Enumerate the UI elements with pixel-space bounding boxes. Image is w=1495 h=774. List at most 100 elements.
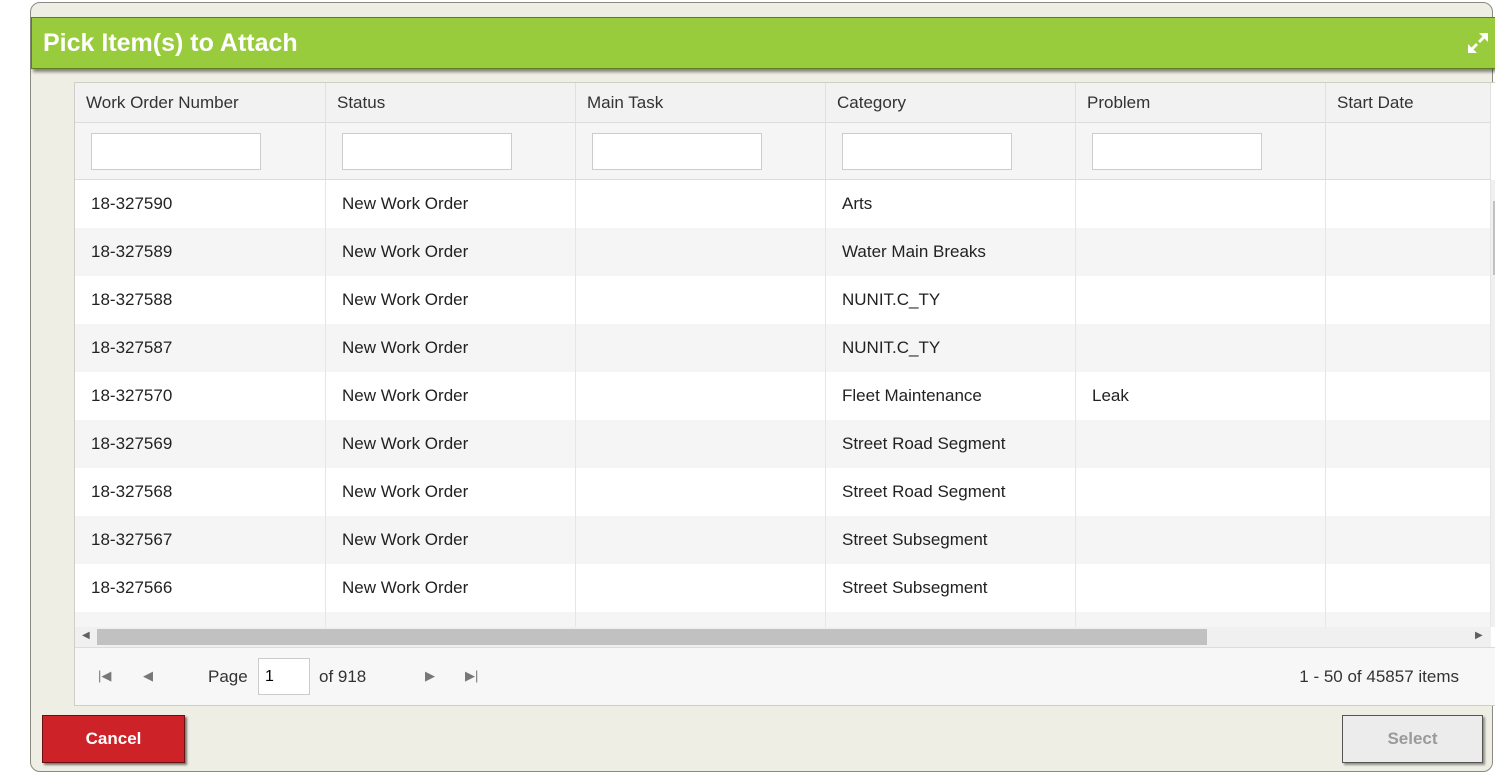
cell-start-date — [1326, 420, 1491, 468]
cell-category: Street Subsegment — [826, 564, 1076, 612]
filter-category[interactable] — [842, 133, 1012, 170]
cell-status: New Work Order — [326, 372, 576, 420]
table-row[interactable]: 18-327566 New Work Order Street Subsegment — [75, 564, 1491, 612]
select-button[interactable]: Select — [1342, 715, 1483, 763]
cell-work-order-number: 18-327588 — [75, 276, 326, 324]
cell-work-order-number: 18-327567 — [75, 516, 326, 564]
dialog-title: Pick Item(s) to Attach — [43, 29, 298, 57]
cell-status: New Work Order — [326, 180, 576, 228]
cell-status: New Work Order — [326, 516, 576, 564]
cell-main-task — [576, 276, 826, 324]
cell-start-date — [1326, 324, 1491, 372]
cell-main-task — [576, 564, 826, 612]
filter-work-order-number[interactable] — [91, 133, 261, 170]
cell-problem — [1076, 612, 1326, 627]
cell-category: Water Main Breaks — [826, 228, 1076, 276]
cell-start-date — [1326, 372, 1491, 420]
cell-problem: Leak — [1076, 372, 1326, 420]
column-header-category[interactable]: Category — [826, 83, 1076, 123]
expand-icon[interactable] — [1464, 29, 1492, 57]
cancel-button[interactable]: Cancel — [42, 715, 185, 763]
cell-main-task — [576, 468, 826, 516]
last-page-icon[interactable]: ▶| — [465, 668, 478, 684]
table-row[interactable]: 18-327588 New Work Order NUNIT.C_TY — [75, 276, 1491, 324]
horizontal-scroll-thumb[interactable] — [97, 629, 1207, 645]
cell-problem — [1076, 420, 1326, 468]
cell-status: New Work Order — [326, 564, 576, 612]
filter-row — [75, 123, 1491, 180]
cell-work-order-number: 18-327566 — [75, 564, 326, 612]
first-page-icon[interactable]: |◀ — [98, 668, 111, 684]
cell-category: NUNIT.C_TY — [826, 324, 1076, 372]
grid-body: 18-327590 New Work Order Arts 18-327589 New … — [75, 180, 1491, 627]
cell-status: New Work Order — [326, 420, 576, 468]
cell-category: NUNIT.C_TY — [826, 276, 1076, 324]
table-row[interactable]: 18-327569 New Work Order Street Road Segme… — [75, 420, 1491, 468]
cell-problem — [1076, 468, 1326, 516]
cell-category: Arts — [826, 180, 1076, 228]
page-label: Page — [208, 667, 248, 686]
cell-start-date — [1326, 516, 1491, 564]
cell-main-task — [576, 180, 826, 228]
items-count-label: 1 - 50 of 45857 items — [1299, 667, 1459, 686]
cell-problem — [1076, 324, 1326, 372]
cell-category: Street Road Segment — [826, 468, 1076, 516]
next-page-icon[interactable]: ▶ — [425, 668, 435, 684]
cell-main-task — [576, 228, 826, 276]
grid-header: Work Order Number Status Main Task Categ… — [75, 83, 1491, 123]
cell-start-date — [1326, 564, 1491, 612]
cell-problem — [1076, 564, 1326, 612]
cell-category: Street Subsegment — [826, 516, 1076, 564]
filter-cell — [826, 123, 1076, 179]
cell-status: New Work Order — [326, 468, 576, 516]
cell-work-order-number: 18-327570 — [75, 372, 326, 420]
cell-start-date — [1326, 612, 1491, 627]
cell-status: New Work Order — [326, 324, 576, 372]
column-header-problem[interactable]: Problem — [1076, 83, 1326, 123]
column-header-start-date[interactable]: Start Date — [1326, 83, 1491, 123]
cell-main-task — [576, 516, 826, 564]
cell-main-task — [576, 324, 826, 372]
table-row[interactable]: 18-327589 New Work Order Water Main Breaks — [75, 228, 1491, 276]
cell-work-order-number — [75, 612, 326, 627]
table-row[interactable]: 18-327567 New Work Order Street Subsegment — [75, 516, 1491, 564]
cell-work-order-number: 18-327590 — [75, 180, 326, 228]
scroll-right-icon[interactable]: ▶ — [1475, 630, 1483, 641]
dialog-title-bar: Pick Item(s) to Attach — [31, 17, 1495, 69]
cell-work-order-number: 18-327568 — [75, 468, 326, 516]
cell-start-date — [1326, 180, 1491, 228]
filter-cell — [75, 123, 326, 179]
filter-cell — [576, 123, 826, 179]
cell-main-task — [576, 420, 826, 468]
filter-status[interactable] — [342, 133, 512, 170]
cell-problem — [1076, 180, 1326, 228]
horizontal-scrollbar[interactable]: ◀ ▶ — [75, 627, 1491, 647]
table-row[interactable] — [75, 612, 1491, 627]
table-row[interactable]: 18-327570 New Work Order Fleet Maintenance… — [75, 372, 1491, 420]
previous-page-icon[interactable]: ◀ — [143, 668, 153, 684]
table-row[interactable]: 18-327568 New Work Order Street Road Segme… — [75, 468, 1491, 516]
cell-problem — [1076, 276, 1326, 324]
column-header-status[interactable]: Status — [326, 83, 576, 123]
filter-cell — [326, 123, 576, 179]
filter-problem[interactable] — [1092, 133, 1262, 170]
table-row[interactable]: 18-327587 New Work Order NUNIT.C_TY — [75, 324, 1491, 372]
filter-main-task[interactable] — [592, 133, 762, 170]
filter-cell — [1076, 123, 1326, 179]
cell-work-order-number: 18-327589 — [75, 228, 326, 276]
column-header-work-order-number[interactable]: Work Order Number — [75, 83, 326, 123]
column-header-main-task[interactable]: Main Task — [576, 83, 826, 123]
cell-main-task — [576, 612, 826, 627]
table-row[interactable]: 18-327590 New Work Order Arts — [75, 180, 1491, 228]
work-order-grid: Work Order Number Status Main Task Categ… — [74, 82, 1495, 706]
cell-category: Street Road Segment — [826, 420, 1076, 468]
cell-status: New Work Order — [326, 228, 576, 276]
cell-start-date — [1326, 276, 1491, 324]
cell-category — [826, 612, 1076, 627]
filter-cell — [1326, 123, 1491, 179]
cell-problem — [1076, 516, 1326, 564]
cell-status: New Work Order — [326, 276, 576, 324]
vertical-scrollbar[interactable]: ▲ ▼ — [1491, 180, 1495, 627]
page-number-input[interactable] — [258, 658, 310, 695]
scroll-left-icon[interactable]: ◀ — [82, 630, 90, 641]
